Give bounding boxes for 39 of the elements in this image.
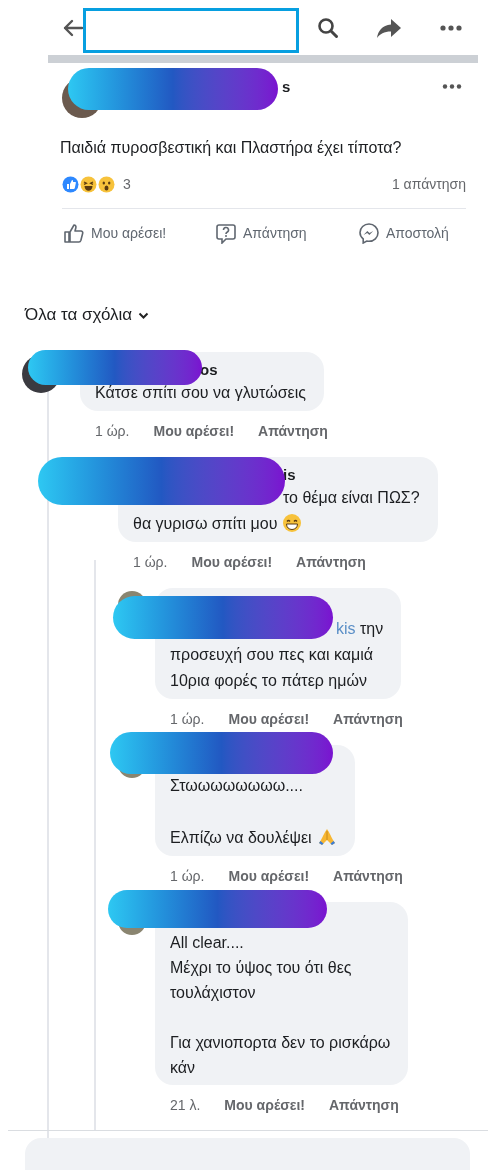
reply-link[interactable]: Απάντηση	[333, 708, 403, 730]
like-button[interactable]: Μου αρέσει!	[63, 222, 215, 244]
like-link[interactable]: Μου αρέσει!	[153, 420, 235, 442]
comment-text: Κάτσε σπίτι σου να γλυτώσεις	[95, 383, 306, 403]
reply-button[interactable]: Απάντηση	[215, 222, 358, 244]
reaction-count: 3	[123, 174, 131, 194]
reply-link[interactable]: Απάντηση	[258, 420, 328, 442]
comment-time: 1 ώρ.	[95, 421, 130, 441]
comment-time: 1 ώρ.	[133, 552, 168, 572]
mention-link[interactable]: kis	[336, 620, 356, 637]
author-name: is	[283, 464, 296, 485]
comment-text: Για χανιοπορτα δεν το ρισκάρω	[170, 1033, 391, 1053]
comment-text: Στωωωωωωωω....	[170, 776, 304, 796]
author-name: s	[282, 77, 291, 97]
comment-time: 1 ώρ.	[170, 866, 205, 886]
comment-text: Μέχρι το ύψος του ότι θες	[170, 958, 353, 978]
reply-link[interactable]: Απάντηση	[333, 865, 403, 887]
comment-text: το θέμα είναι ΠΩΣ?	[283, 488, 420, 508]
comment-text: θα γυρισω σπίτι μου	[133, 511, 420, 537]
like-link[interactable]: Μου αρέσει!	[191, 551, 273, 573]
like-link[interactable]: Μου αρέσει!	[224, 1094, 305, 1116]
comment-text: προσευχή σου πες και καμιά	[170, 645, 374, 665]
post-text: Παιδιά πυροσβεστική και Πλαστήρα έχει τίποτα?	[60, 138, 403, 158]
comment-time: 1 ώρ.	[170, 709, 205, 729]
author-name: os	[200, 359, 218, 380]
reply-count[interactable]: 1 απάντηση	[391, 173, 466, 195]
like-link[interactable]: Μου αρέσει!	[228, 708, 310, 730]
comment-text: kis την	[336, 619, 384, 639]
comment-text: All clear....	[170, 933, 245, 953]
reply-link[interactable]: Απάντηση	[296, 551, 366, 573]
comment-filter[interactable]: Όλα τα σχόλια	[25, 304, 150, 326]
reply-link[interactable]: Απάντηση	[328, 1094, 399, 1116]
send-button[interactable]: Αποστολή	[358, 222, 478, 244]
comment-text: κάν	[170, 1058, 197, 1078]
comment-text: τουλάχιστον	[170, 983, 257, 1003]
like-link[interactable]: Μου αρέσει!	[228, 865, 310, 887]
comment-time: 21 λ.	[170, 1095, 201, 1115]
comment-text: Ελπίζω να δουλέψει	[170, 825, 337, 851]
comment-text: 10ρια φορές το πάτερ ημών	[170, 671, 368, 691]
